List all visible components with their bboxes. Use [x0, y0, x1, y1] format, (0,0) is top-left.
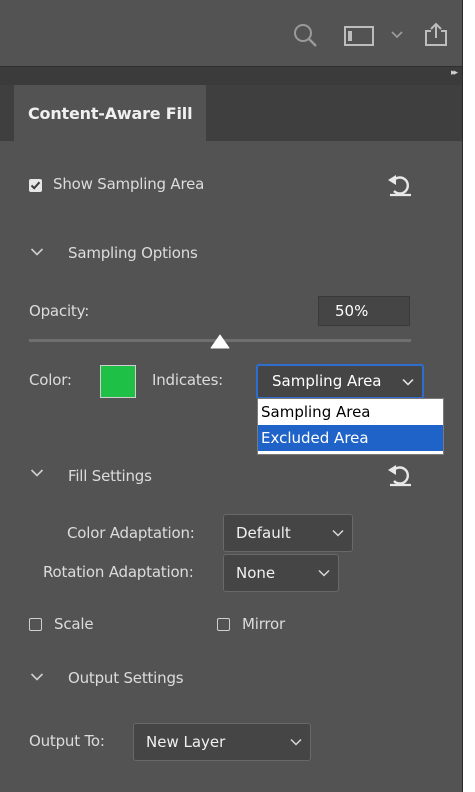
- reset-sampling-icon[interactable]: [386, 171, 414, 197]
- panel-collapse-strip[interactable]: ▸▸: [0, 66, 462, 86]
- collapse-icon[interactable]: ▸▸: [451, 68, 458, 78]
- chevron-down-icon: [290, 738, 302, 746]
- color-adaptation-value: Default: [236, 524, 291, 542]
- reset-fill-settings-icon[interactable]: [386, 461, 414, 487]
- output-settings-chevron-icon[interactable]: [30, 672, 44, 682]
- indicates-dropdown-menu: Sampling Area Excluded Area: [257, 398, 444, 455]
- rotation-adaptation-select[interactable]: None: [223, 554, 339, 592]
- panel-edge: [462, 0, 463, 792]
- checkmark-icon: [30, 181, 41, 190]
- panel-body: Show Sampling Area Sampling Options Opac…: [14, 141, 462, 792]
- chevron-down-icon: [332, 529, 344, 537]
- indicates-label: Indicates:: [152, 371, 224, 389]
- output-settings-header[interactable]: Output Settings: [68, 669, 184, 687]
- panel-layout-icon[interactable]: [344, 26, 374, 46]
- show-sampling-area-checkbox[interactable]: [29, 179, 42, 192]
- rotation-adaptation-value: None: [236, 564, 276, 582]
- color-adaptation-select[interactable]: Default: [223, 514, 353, 552]
- scale-checkbox[interactable]: [29, 618, 42, 631]
- sampling-options-chevron-icon[interactable]: [30, 247, 44, 257]
- panel-tab-row: Content-Aware Fill: [0, 85, 462, 141]
- fill-settings-chevron-icon[interactable]: [30, 468, 44, 478]
- scale-label[interactable]: Scale: [54, 615, 94, 633]
- color-label: Color:: [29, 371, 72, 389]
- tab-content-aware-fill[interactable]: Content-Aware Fill: [14, 85, 206, 141]
- search-icon[interactable]: [292, 22, 318, 48]
- sampling-options-header[interactable]: Sampling Options: [68, 244, 198, 262]
- menu-item-sampling-area[interactable]: Sampling Area: [258, 399, 443, 425]
- rotation-adaptation-label: Rotation Adaptation:: [43, 563, 194, 581]
- share-icon[interactable]: [424, 21, 448, 47]
- show-sampling-area-label[interactable]: Show Sampling Area: [53, 175, 204, 193]
- mirror-checkbox[interactable]: [217, 618, 230, 631]
- opacity-value: 50%: [335, 302, 369, 320]
- opacity-slider-thumb[interactable]: [210, 334, 230, 350]
- menu-item-excluded-area[interactable]: Excluded Area: [258, 425, 443, 451]
- fill-settings-header[interactable]: Fill Settings: [68, 467, 152, 485]
- top-toolbar: [0, 0, 462, 66]
- output-to-label: Output To:: [29, 732, 105, 750]
- output-to-select[interactable]: New Layer: [133, 723, 311, 761]
- chevron-down-icon: [318, 569, 330, 577]
- mirror-label[interactable]: Mirror: [242, 615, 285, 633]
- indicates-value: Sampling Area: [272, 372, 382, 390]
- opacity-input[interactable]: 50%: [318, 296, 410, 326]
- indicates-dropdown[interactable]: Sampling Area: [256, 364, 424, 399]
- chevron-down-icon: [402, 378, 414, 386]
- sampling-color-swatch[interactable]: [100, 365, 136, 398]
- chevron-down-icon[interactable]: [390, 30, 404, 40]
- opacity-label: Opacity:: [29, 302, 90, 320]
- output-to-value: New Layer: [146, 733, 226, 751]
- color-adaptation-label: Color Adaptation:: [67, 524, 195, 542]
